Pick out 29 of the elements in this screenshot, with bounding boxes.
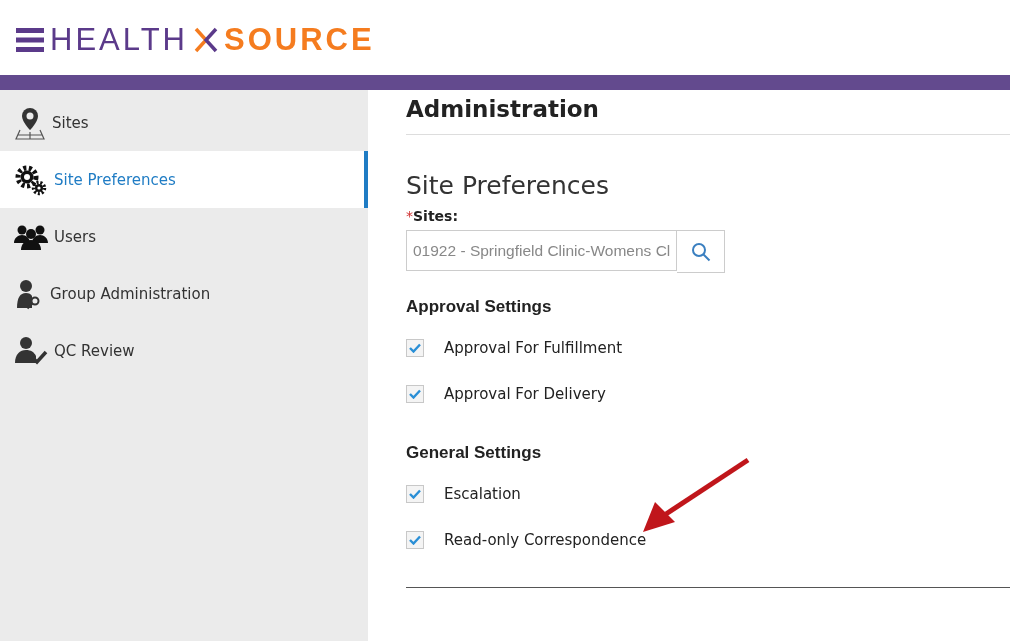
search-icon [690, 241, 711, 262]
group-title: Approval Settings [406, 297, 553, 317]
checkbox[interactable] [406, 339, 424, 357]
sidebar-item[interactable]: Users [0, 208, 368, 265]
checkbox[interactable] [406, 485, 424, 503]
logo-text: HEALTH [50, 21, 188, 58]
section-title: Site Preferences [406, 171, 610, 200]
sites-input-field[interactable]: 01922 - Springfield Clinic-Womens Cl [406, 230, 678, 271]
group-title: General Settings [406, 443, 543, 463]
checkbox[interactable] [406, 531, 424, 549]
sidebar-item[interactable]: QC Review [0, 322, 368, 379]
field-label: Sites: [413, 208, 458, 224]
search-button[interactable] [677, 230, 726, 273]
gears-icon [14, 163, 48, 196]
x-logo-icon [194, 26, 218, 53]
checkbox[interactable] [406, 385, 424, 403]
checkbox-label: Approval For Delivery [444, 385, 606, 403]
checkbox-label: Read-only Correspondence [444, 531, 647, 549]
sidebar-item[interactable]: Sites [0, 94, 368, 151]
checkbox-label: Escalation [444, 485, 521, 503]
map-pin-icon [14, 105, 46, 140]
logo-text: SOURCE [224, 21, 375, 58]
page-title: Administration [406, 95, 600, 124]
required-mark: * [406, 208, 413, 224]
sidebar-item[interactable]: Group Administration [0, 265, 368, 322]
sidebar-item[interactable]: Site Preferences [0, 151, 368, 208]
menu-icon[interactable] [16, 26, 44, 53]
checkbox-label: Approval For Fulfillment [444, 339, 623, 357]
user-check-icon [14, 334, 48, 367]
